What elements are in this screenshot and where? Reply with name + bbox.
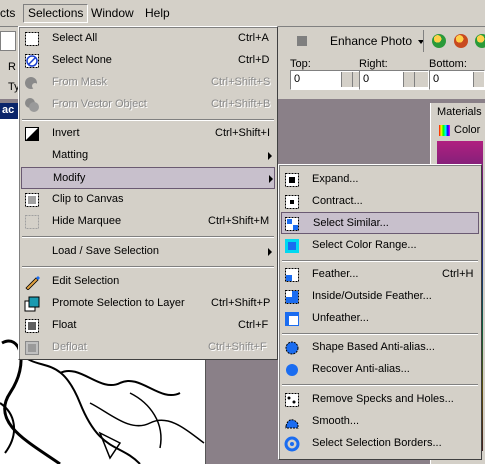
menu-item-from-vector-object[interactable]: From Vector Object Ctrl+Shift+B <box>22 94 274 116</box>
smart-fix-icon[interactable] <box>454 34 468 48</box>
menu-item-contract[interactable]: Contract... <box>282 191 478 213</box>
bottom-value: 0 <box>433 73 440 85</box>
menu-separator <box>282 260 478 262</box>
defloat-icon <box>25 341 39 355</box>
menu-separator <box>22 119 274 121</box>
menu-item-modify[interactable]: Modify <box>21 167 275 189</box>
top-label: Top: <box>290 58 311 70</box>
menu-window[interactable]: Window <box>87 5 138 22</box>
menu-item-defloat[interactable]: Defloat Ctrl+Shift+F <box>22 337 274 359</box>
one-step-fix-icon[interactable] <box>432 34 446 48</box>
inside-outside-feather-icon <box>285 290 299 304</box>
options-label-r: R <box>8 61 16 73</box>
menu-item-matting[interactable]: Matting <box>22 145 274 167</box>
menu-item-recover-anti-alias[interactable]: Recover Anti-alias... <box>282 359 478 381</box>
invert-icon <box>25 127 39 141</box>
menu-separator <box>282 384 478 386</box>
bottom-spinner[interactable]: 0 <box>429 70 485 90</box>
top-value: 0 <box>294 73 301 85</box>
right-spinner[interactable]: 0 <box>359 70 429 90</box>
menu-item-promote-selection-to-layer[interactable]: Promote Selection to Layer Ctrl+Shift+P <box>22 293 274 315</box>
spin-arrows-icon[interactable] <box>473 72 484 87</box>
menu-effects[interactable]: cts <box>0 5 19 22</box>
selections-menu: Select All Ctrl+A Select None Ctrl+D Fro… <box>18 26 278 360</box>
toolbar-field[interactable] <box>0 31 16 51</box>
document-tab-label: ac <box>2 104 15 116</box>
unfeather-icon <box>285 312 299 326</box>
float-icon <box>25 319 39 333</box>
menu-item-hide-marquee[interactable]: Hide Marquee Ctrl+Shift+M <box>22 211 274 233</box>
menu-item-inside-outside-feather[interactable]: Inside/Outside Feather... <box>282 286 478 308</box>
edit-selection-icon <box>25 276 40 290</box>
enhance-photo-label: Enhance Photo <box>330 34 413 48</box>
top-spinner[interactable]: 0 <box>290 70 367 90</box>
select-color-range-icon <box>285 239 299 253</box>
promote-layer-icon <box>24 296 40 312</box>
materials-title: Materials <box>437 106 482 118</box>
from-vector-icon <box>25 98 39 112</box>
color-tab-icon <box>439 125 450 136</box>
recover-anti-alias-icon <box>286 364 298 376</box>
menu-item-feather[interactable]: Feather... Ctrl+H <box>282 264 478 286</box>
menu-separator <box>282 333 478 335</box>
toolbar-separator <box>423 30 424 52</box>
dropdown-arrow-icon[interactable] <box>414 72 428 87</box>
spin-arrows-icon[interactable] <box>341 72 352 87</box>
menu-item-invert[interactable]: Invert Ctrl+Shift+I <box>22 123 274 145</box>
menu-item-load-save-selection[interactable]: Load / Save Selection <box>22 241 274 263</box>
menu-separator <box>22 236 274 238</box>
spin-arrows-icon[interactable] <box>403 72 414 87</box>
contract-icon <box>285 195 299 209</box>
menu-item-select-none[interactable]: Select None Ctrl+D <box>22 50 274 72</box>
feather-icon <box>285 268 299 282</box>
menu-item-smooth[interactable]: Smooth... <box>282 411 478 433</box>
menu-item-remove-specks-and-holes[interactable]: Remove Specks and Holes... <box>282 389 478 411</box>
from-mask-icon <box>25 77 38 89</box>
bottom-label: Bottom: <box>429 58 467 70</box>
right-label: Right: <box>359 58 388 70</box>
color-tab[interactable]: Color <box>454 124 480 136</box>
shape-anti-alias-icon <box>285 341 299 355</box>
enhance-photo-button[interactable]: Enhance Photo <box>330 32 425 50</box>
menu-item-unfeather[interactable]: Unfeather... <box>282 308 478 330</box>
menu-item-select-all[interactable]: Select All Ctrl+A <box>22 28 274 50</box>
menu-help[interactable]: Help <box>141 5 174 22</box>
selection-borders-icon <box>284 436 300 452</box>
menu-item-float[interactable]: Float Ctrl+F <box>22 315 274 337</box>
submenu-arrow-icon <box>268 152 272 160</box>
stop-icon[interactable] <box>297 36 307 46</box>
menu-item-expand[interactable]: Expand... <box>282 169 478 191</box>
menu-item-select-selection-borders[interactable]: Select Selection Borders... <box>282 433 478 455</box>
menu-item-from-mask[interactable]: From Mask Ctrl+Shift+S <box>22 72 274 94</box>
menu-item-select-color-range[interactable]: Select Color Range... <box>282 235 478 257</box>
menu-selections[interactable]: Selections <box>23 4 89 23</box>
submenu-arrow-icon <box>268 248 272 256</box>
right-value: 0 <box>363 73 370 85</box>
select-all-icon <box>25 32 39 46</box>
menu-item-clip-to-canvas[interactable]: Clip to Canvas <box>22 189 274 211</box>
select-similar-icon <box>285 217 299 231</box>
smooth-icon <box>285 419 299 429</box>
menu-item-edit-selection[interactable]: Edit Selection <box>22 271 274 293</box>
hide-marquee-icon <box>25 215 39 229</box>
red-eye-icon[interactable] <box>475 34 485 48</box>
select-none-icon <box>25 54 39 68</box>
submenu-arrow-icon <box>269 175 273 183</box>
menu-item-select-similar[interactable]: Select Similar... <box>281 212 479 234</box>
modify-submenu: Expand... Contract... Select Similar... … <box>278 164 482 460</box>
expand-icon <box>285 173 299 187</box>
clip-canvas-icon <box>25 193 39 207</box>
menu-bar: cts Selections Window Help <box>0 0 485 27</box>
menu-separator <box>22 266 274 268</box>
menu-item-shape-based-anti-alias[interactable]: Shape Based Anti-alias... <box>282 337 478 359</box>
remove-specks-icon <box>285 393 299 407</box>
